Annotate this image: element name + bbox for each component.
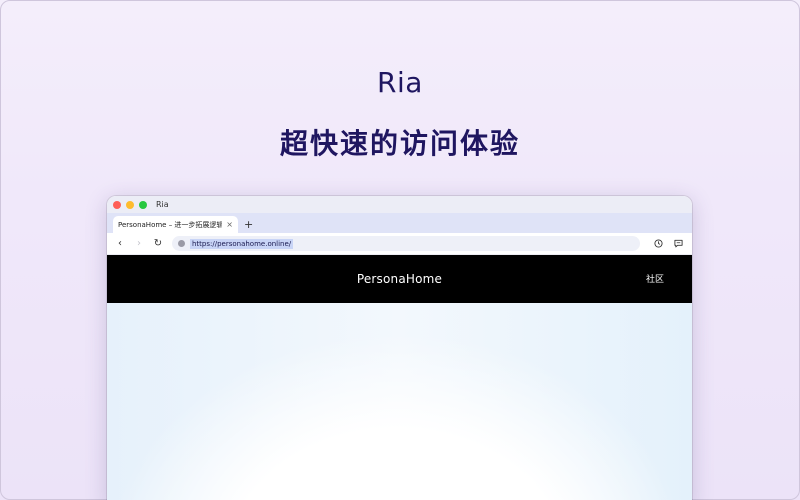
zoom-window-button[interactable] [139,200,147,209]
close-window-button[interactable] [113,200,121,209]
tab-close-icon[interactable]: × [226,220,233,229]
site-hero-area [107,303,692,500]
clock-icon[interactable] [650,236,666,252]
window-title: Ria [156,200,169,209]
forward-button[interactable]: › [132,238,146,249]
globe-icon [178,240,185,247]
minimize-window-button[interactable] [126,200,134,209]
browser-window: Ria PersonaHome – 进一步拓展逻辑边界 × + ‹ › ↻ ht… [107,196,692,500]
hero-title: Ria [377,66,423,99]
tab-bar: PersonaHome – 进一步拓展逻辑边界 × + [107,213,692,233]
url-text[interactable]: https://personahome.online/ [190,238,294,249]
new-tab-button[interactable]: + [244,218,253,231]
reload-button[interactable]: ↻ [151,238,165,249]
tab-title: PersonaHome – 进一步拓展逻辑边界 [118,220,223,229]
hero-subtitle: 超快速的访问体验 [279,127,520,160]
site-nav-community[interactable]: 社区 [646,272,664,285]
back-button[interactable]: ‹ [113,238,127,249]
site-brand[interactable]: PersonaHome [357,272,442,286]
browser-toolbar: ‹ › ↻ https://personahome.online/ [107,233,692,255]
tab-active[interactable]: PersonaHome – 进一步拓展逻辑边界 × [113,216,238,233]
chat-bubble-icon[interactable] [670,236,686,252]
window-titlebar: Ria [107,196,692,213]
address-bar[interactable]: https://personahome.online/ [172,236,640,251]
site-header: PersonaHome 社区 [107,255,692,303]
